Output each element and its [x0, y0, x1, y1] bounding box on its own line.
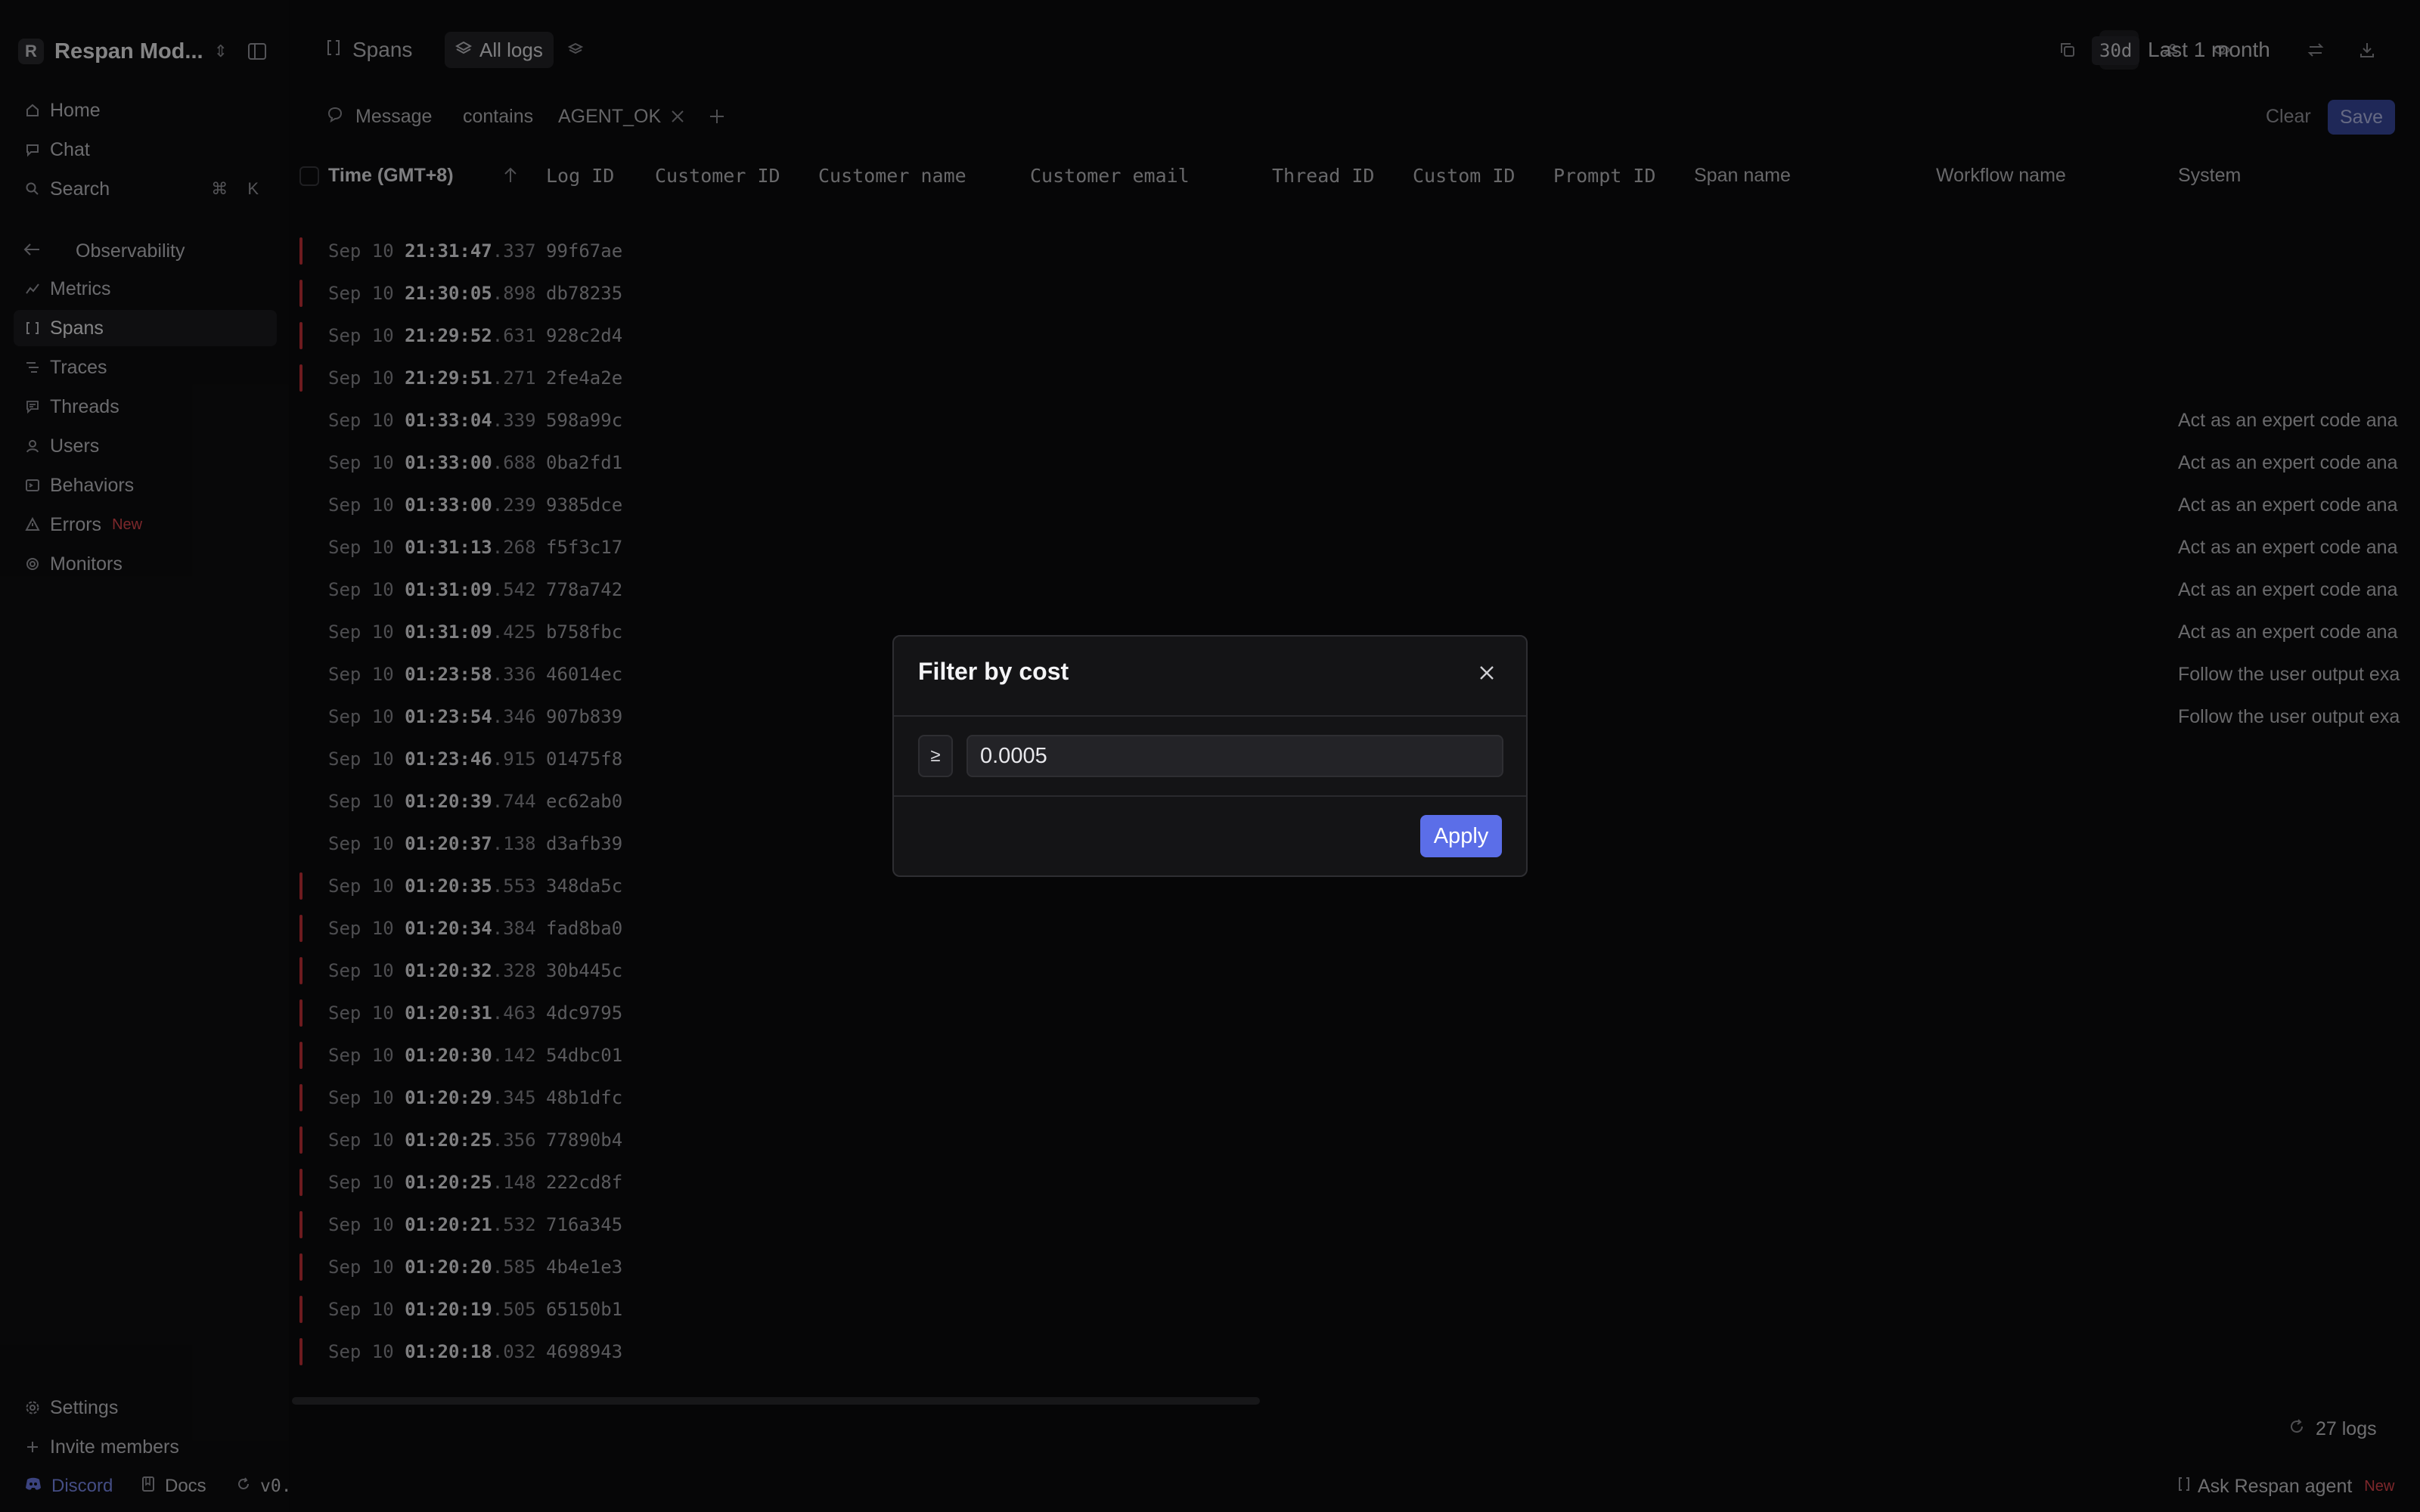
- close-dialog-button[interactable]: [1472, 658, 1502, 688]
- divider: [894, 715, 1526, 717]
- dialog-title: Filter by cost: [918, 658, 1069, 685]
- close-icon: [1480, 666, 1494, 680]
- cost-input[interactable]: [966, 735, 1503, 777]
- operator-select[interactable]: ≥: [918, 735, 953, 777]
- filter-by-cost-dialog: Filter by cost ≥ Apply: [892, 635, 1528, 877]
- apply-button[interactable]: Apply: [1420, 815, 1502, 857]
- divider: [894, 795, 1526, 797]
